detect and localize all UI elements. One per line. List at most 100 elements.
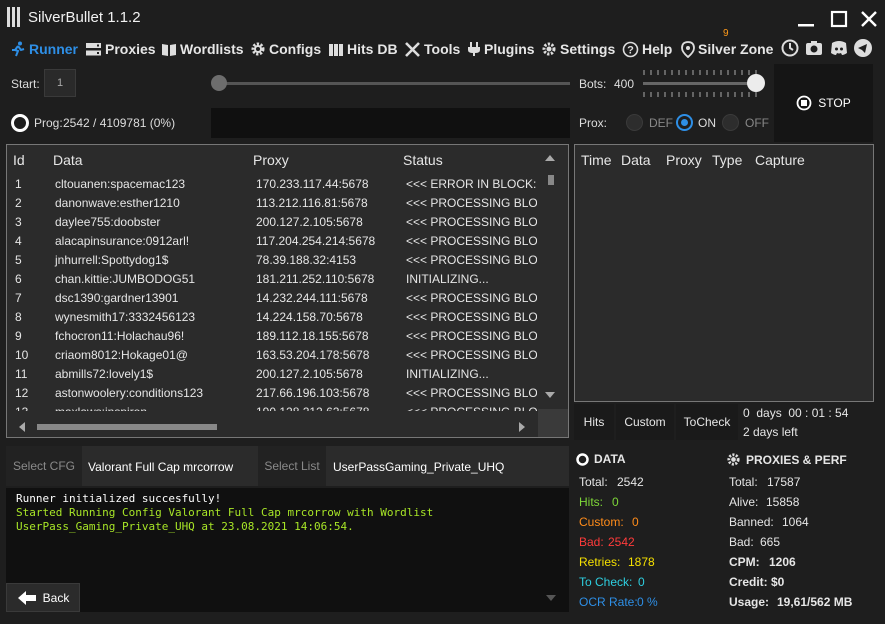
tools-icon <box>405 42 420 57</box>
nav-hits-db[interactable]: Hits DB <box>328 39 398 59</box>
select-cfg-button[interactable]: Select CFG <box>6 446 82 486</box>
gear-icon <box>251 42 265 56</box>
tab-hits[interactable]: Hits <box>574 404 614 440</box>
prox-off-label: OFF <box>745 116 769 130</box>
scroll-up-icon[interactable] <box>545 155 555 161</box>
cap-col-data[interactable]: Data <box>621 152 651 168</box>
stat-value: 1206 <box>769 555 796 569</box>
log-scroll-down-icon[interactable] <box>546 595 556 601</box>
tab-tocheck[interactable]: ToCheck <box>676 404 738 440</box>
row-status: <<< ERROR IN BLOCK: R <box>406 177 537 191</box>
row-status: <<< PROCESSING BLOCK <box>406 291 537 305</box>
scroll-down-icon[interactable] <box>545 392 555 398</box>
bots-slider-thumb[interactable] <box>747 74 765 92</box>
table-row[interactable]: 12 astonwoolery:conditions123 217.66.196.1… <box>7 383 537 402</box>
row-id: 2 <box>15 196 22 210</box>
table-row[interactable]: 6 chan.kittie:JUMBODOG51 181.211.252.110:5… <box>7 269 537 288</box>
cap-col-time[interactable]: Time <box>581 152 612 168</box>
prox-radio-off[interactable] <box>722 114 739 131</box>
table-row[interactable]: 11 abmills72:lovely1$ 200.127.2.105:5678 IN… <box>7 364 537 383</box>
nav-silver-zone[interactable]: Silver Zone <box>681 39 773 59</box>
row-id: 8 <box>15 310 22 324</box>
row-proxy: 181.211.252.110:5678 <box>256 272 375 286</box>
telegram-icon[interactable] <box>853 38 873 58</box>
scroll-right-icon[interactable] <box>519 422 525 432</box>
row-status: <<< PROCESSING BLOCK <box>406 253 537 267</box>
progress-slider-thumb[interactable] <box>211 75 227 91</box>
history-icon[interactable] <box>780 38 800 58</box>
col-data[interactable]: Data <box>53 152 83 168</box>
vertical-scroll-thumb[interactable] <box>548 175 554 185</box>
table-row[interactable]: 3 daylee755:doobster 200.127.2.105:5678 <<<… <box>7 212 537 231</box>
col-id[interactable]: Id <box>13 152 25 168</box>
col-proxy[interactable]: Proxy <box>253 152 289 168</box>
row-data: alacapinsurance:0912arl! <box>55 234 190 248</box>
progress-ring-icon <box>11 114 29 132</box>
row-status: INITIALIZING... <box>406 272 489 286</box>
cap-col-type[interactable]: Type <box>712 152 742 168</box>
nav-runner[interactable]: Runner <box>10 39 78 59</box>
nav-settings[interactable]: Settings <box>541 39 615 59</box>
start-input[interactable]: 1 <box>44 69 76 97</box>
stat-label: Usage: <box>729 595 770 609</box>
plug-icon <box>468 42 480 56</box>
row-data: danonwave:esther1210 <box>55 196 180 210</box>
row-proxy: 189.112.18.155:5678 <box>256 329 369 343</box>
horizontal-scroll-thumb[interactable] <box>37 424 217 430</box>
stat-label: CPM: <box>729 555 760 569</box>
data-ring-icon <box>576 452 589 466</box>
table-row[interactable]: 2 danonwave:esther1210 113.212.116.81:5678… <box>7 193 537 212</box>
back-button[interactable]: Back <box>6 583 80 612</box>
table-row[interactable]: 8 wynesmith17:3332456123 14.224.158.70:567… <box>7 307 537 326</box>
minimize-icon[interactable] <box>795 8 817 30</box>
prox-def-label: DEF <box>649 116 673 130</box>
row-proxy: 14.224.158.70:5678 <box>256 310 363 324</box>
row-data: astonwoolery:conditions123 <box>55 386 204 400</box>
horizontal-scrollbar[interactable] <box>7 411 538 437</box>
nav-tools[interactable]: Tools <box>404 39 460 59</box>
col-status[interactable]: Status <box>403 152 443 168</box>
nav-plugins[interactable]: Plugins <box>467 39 535 59</box>
tab-custom[interactable]: Custom <box>616 404 674 440</box>
nav-proxies[interactable]: Proxies <box>85 39 156 59</box>
scroll-corner <box>538 409 568 437</box>
table-row[interactable]: 5 jnhurrell:Spottydog1$ 78.39.188.32:4153 <… <box>7 250 537 269</box>
row-id: 12 <box>15 386 29 400</box>
stat-value: 15858 <box>766 495 800 509</box>
bots-slider-ticks-bottom <box>643 92 757 97</box>
cap-col-capture[interactable]: Capture <box>755 152 805 168</box>
table-row[interactable]: 4 alacapinsurance:0912arl! 117.204.254.214… <box>7 231 537 250</box>
scroll-left-icon[interactable] <box>19 422 25 432</box>
nav-help[interactable]: ? Help <box>622 39 672 59</box>
nav-wordlists-label: Wordlists <box>180 41 244 57</box>
stat-label: Alive: <box>729 495 759 509</box>
log-line: Runner initialized succesfully! <box>16 492 222 505</box>
close-icon[interactable] <box>858 8 880 30</box>
progress-bar <box>211 108 570 138</box>
table-row[interactable]: 10 criaom8012:Hokage01@ 163.53.204.178:567… <box>7 345 537 364</box>
stat-label: Custom: <box>579 515 624 529</box>
cap-col-proxy[interactable]: Proxy <box>666 152 702 168</box>
bots-label: Bots: <box>579 77 607 91</box>
nav-configs[interactable]: Configs <box>250 39 321 59</box>
vertical-scrollbar[interactable] <box>538 145 562 409</box>
stop-icon <box>796 95 812 111</box>
bots-value: 400 <box>614 77 635 91</box>
prox-radio-def[interactable] <box>626 114 643 131</box>
progress-slider-track[interactable] <box>218 82 570 85</box>
stat-label: Credit: <box>729 575 768 589</box>
prox-radio-on[interactable] <box>676 114 693 131</box>
table-row[interactable]: 7 dsc1390:gardner13901 14.232.244.111:5678… <box>7 288 537 307</box>
stop-button[interactable]: STOP <box>774 64 873 142</box>
row-id: 3 <box>15 215 22 229</box>
row-proxy: 170.233.117.44:5678 <box>256 177 369 191</box>
nav-wordlists[interactable]: Wordlists <box>161 39 244 59</box>
table-row[interactable]: 9 fchocron11:Holachau96! 189.112.18.155:56… <box>7 326 537 345</box>
discord-icon[interactable] <box>829 38 849 58</box>
maximize-icon[interactable] <box>828 8 850 30</box>
camera-icon[interactable] <box>804 38 824 58</box>
settings-gear-icon <box>542 42 556 56</box>
table-row[interactable]: 1 cltouanen:spacemac123 170.233.117.44:567… <box>7 174 537 193</box>
select-list-button[interactable]: Select List <box>258 446 326 486</box>
bots-slider-track[interactable] <box>643 82 758 85</box>
